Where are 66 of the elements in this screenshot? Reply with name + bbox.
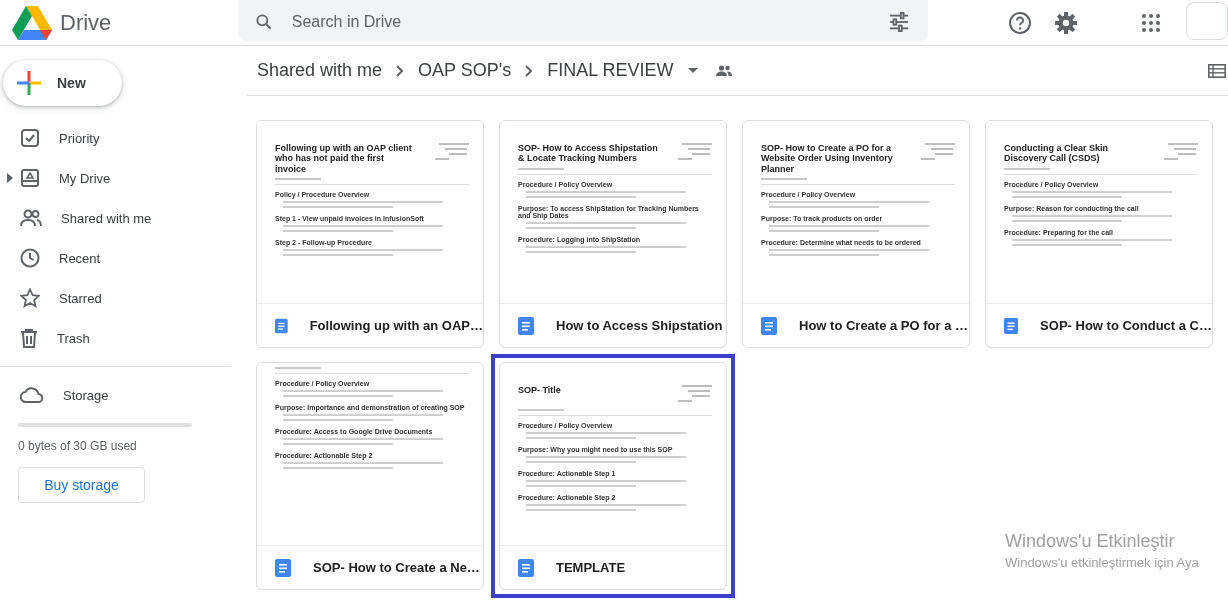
document-icon [1004, 316, 1019, 335]
storage-item[interactable]: Storage [0, 375, 230, 415]
chevron-right-icon [525, 64, 534, 77]
chevron-right-icon [396, 64, 405, 77]
breadcrumb-item[interactable]: FINAL REVIEW [547, 60, 674, 81]
dropdown-caret-icon[interactable] [687, 68, 698, 73]
file-name: SOP- How to Conduct a C… [1040, 318, 1212, 333]
nav-item[interactable]: Recent [0, 238, 230, 278]
breadcrumb-item[interactable]: Shared with me [257, 60, 383, 81]
subtitle-line-drawing [518, 167, 564, 170]
metadata-lines-drawing [678, 385, 712, 405]
nav-item[interactable]: Priority [0, 118, 230, 158]
file-name: How to Access Shipstation [556, 318, 723, 333]
app-name: Drive [60, 9, 112, 36]
file-name: TEMPLATE [556, 560, 626, 575]
document-title: SOP- How to Create a PO for a Website Order Using Inventory Planner [761, 143, 894, 175]
nav-item[interactable]: Starred [0, 278, 230, 318]
clock-icon [20, 248, 40, 268]
checkbox-icon [20, 128, 40, 148]
document-title: SOP- How to Access Shipstation & Locate Tracking Numbers [518, 143, 658, 164]
people-icon [20, 208, 42, 228]
nav-item[interactable]: Shared with me [0, 198, 230, 238]
document-icon [761, 316, 777, 335]
nav-item[interactable]: Trash [0, 318, 230, 358]
file-name: Following up with an OAP… [309, 318, 483, 333]
search-bar[interactable]: Search in Drive [237, 0, 928, 41]
new-button[interactable]: New [3, 60, 122, 106]
document-icon [518, 316, 534, 335]
plus-icon [17, 71, 41, 95]
subtitle-line-drawing [275, 367, 321, 369]
expand-arrow-icon[interactable] [7, 173, 13, 183]
buy-storage-button[interactable]: Buy storage [18, 467, 145, 503]
help-icon[interactable] [1008, 10, 1032, 35]
filter-options-icon[interactable] [888, 11, 910, 32]
storage-usage: 0 bytes of 30 GB used [18, 439, 138, 453]
subtitle-line-drawing [518, 409, 564, 411]
document-icon [275, 316, 288, 335]
document-icon [275, 558, 291, 577]
metadata-lines-drawing [1164, 143, 1198, 163]
nav-item[interactable]: My Drive [0, 158, 230, 198]
metadata-lines-drawing [921, 143, 955, 163]
search-icon [253, 11, 274, 32]
document-title: SOP- Title [518, 385, 561, 397]
settings-icon[interactable] [1054, 10, 1078, 35]
document-title: Conducting a Clear Skin Discovery Call (CSDS) [1004, 143, 1109, 164]
search-field[interactable]: Search in Drive [289, 11, 872, 32]
subtitle-line-drawing [275, 178, 321, 181]
activation-message: Windows'u etkinleştirmek için Aya [1005, 555, 1199, 570]
subtitle-line-drawing [1004, 167, 1050, 170]
metadata-lines-drawing [678, 143, 712, 163]
file-name: SOP- How to Create a Ne… [313, 560, 480, 575]
drive-icon [20, 168, 40, 188]
document-icon [518, 558, 534, 577]
shared-people-icon [715, 65, 732, 76]
subtitle-line-drawing [761, 178, 807, 181]
star-icon [20, 288, 40, 308]
document-title: Following up with an OAP client who has not paid the first invoice [275, 143, 413, 175]
cloud-icon [20, 386, 44, 404]
file-name: How to Create a PO for a … [799, 318, 969, 333]
trash-icon [20, 328, 38, 348]
activation-title: Windows'u Etkinleştir [1005, 531, 1176, 552]
drive-logo-icon [12, 5, 52, 40]
apps-grid-icon[interactable] [1142, 13, 1160, 32]
list-view-icon[interactable] [1208, 63, 1226, 78]
metadata-lines-drawing [435, 143, 469, 163]
breadcrumb-item[interactable]: OAP SOP's [418, 60, 512, 81]
